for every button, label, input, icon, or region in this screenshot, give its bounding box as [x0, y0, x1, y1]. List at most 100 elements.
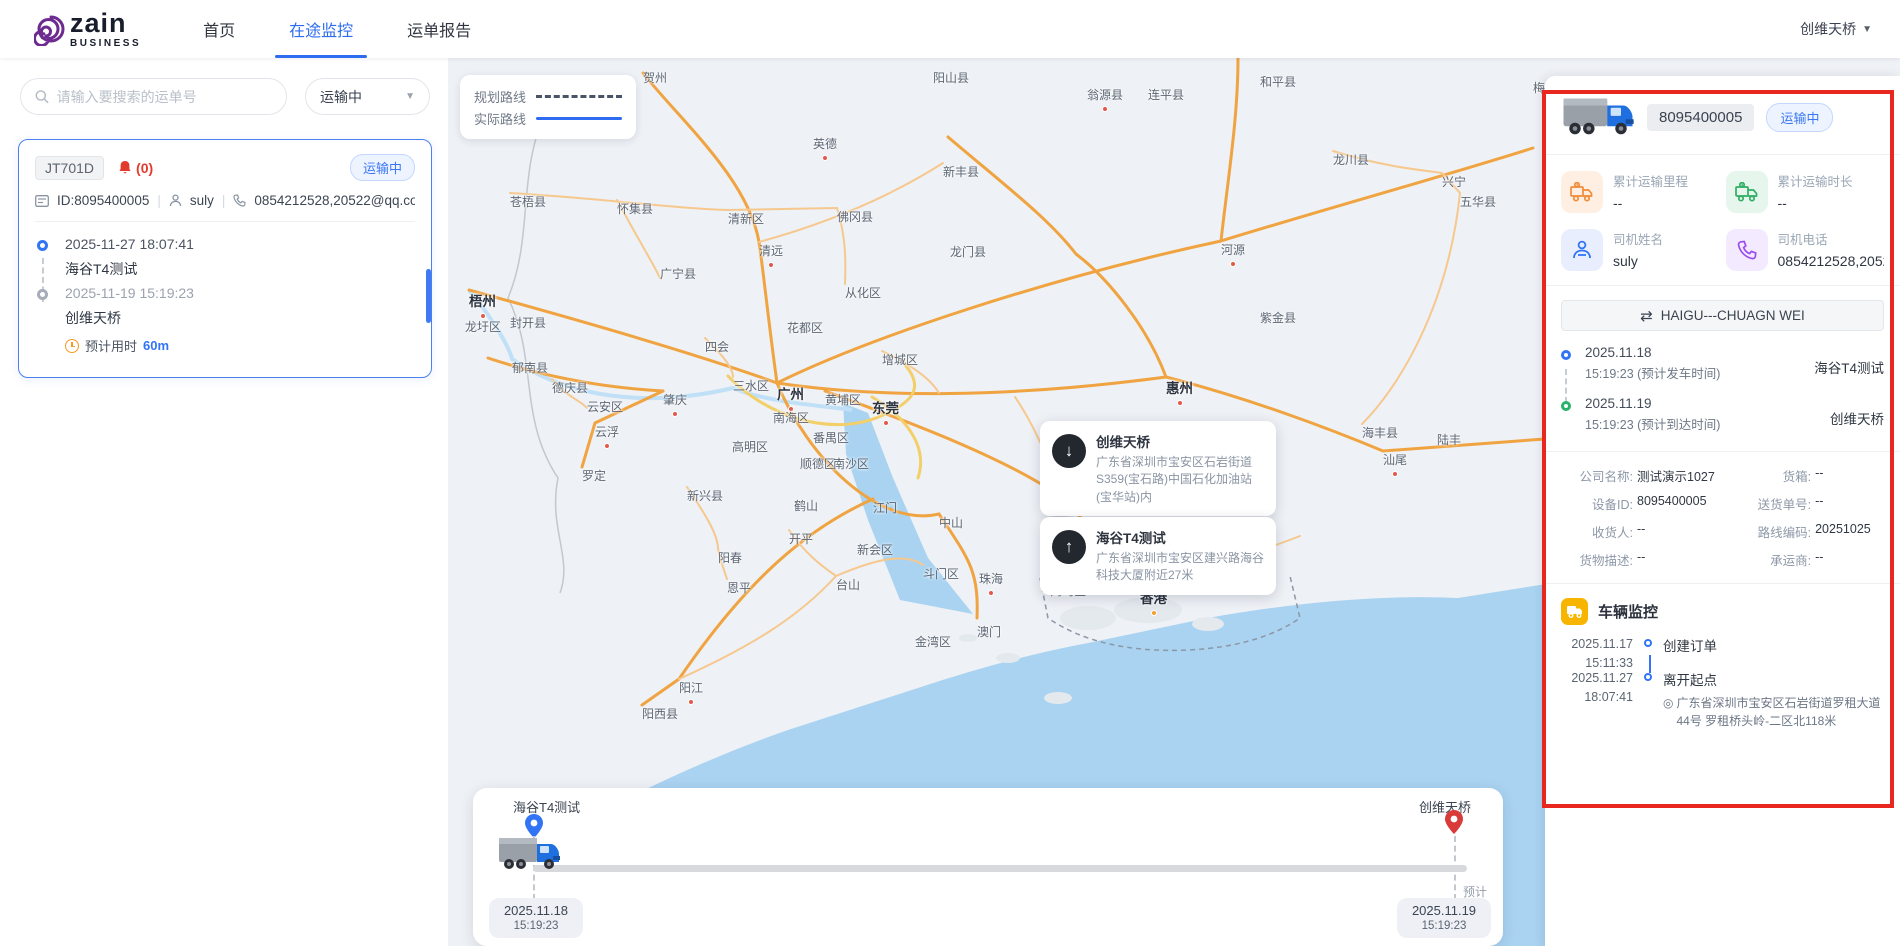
- user-menu[interactable]: 创维天桥 ▼: [1800, 19, 1872, 39]
- info-value: 20251025: [1815, 522, 1871, 541]
- route-bar[interactable]: ⇄ HAIGU---CHUAGN WEI: [1561, 300, 1884, 331]
- actual-route-line: [536, 117, 622, 120]
- timeline-dot-icon: [37, 240, 48, 251]
- map-label: 封开县: [510, 314, 546, 331]
- status-badge: 运输中: [350, 154, 415, 181]
- schedule-place: 创维天桥: [1830, 408, 1884, 428]
- stat-value: suly: [1613, 253, 1663, 269]
- planned-route-label: 规划路线: [474, 87, 526, 106]
- origin-popup[interactable]: ↑ 海谷T4测试 广东省深圳市宝安区建兴路海谷科技大厦附近27米: [1040, 517, 1276, 595]
- top-header: zain BUSINESS 首页在途监控运单报告 创维天桥 ▼: [0, 0, 1900, 58]
- map-label: 英德: [813, 135, 837, 152]
- timeline-place: 创维天桥: [65, 308, 415, 328]
- status-filter-select[interactable]: 运输中 ▼: [305, 78, 430, 115]
- stat-value: 0854212528,20522: [1778, 253, 1885, 269]
- divider: |: [157, 193, 161, 208]
- vehicle-id: 8095400005: [1647, 104, 1754, 131]
- stat-item: 累计运输时长--: [1726, 171, 1885, 213]
- map-label: 番禺区: [813, 429, 849, 446]
- map-label: 兴宁: [1442, 173, 1466, 190]
- actual-route-label: 实际路线: [474, 109, 526, 128]
- map-label: 新兴县: [687, 487, 723, 504]
- info-label: 货箱:: [1745, 466, 1811, 485]
- driver-icon: [169, 194, 182, 207]
- app-logo: zain BUSINESS: [34, 10, 141, 49]
- stat-text: 司机姓名 suly: [1613, 229, 1663, 271]
- logo-text: zain: [70, 10, 141, 37]
- map-label: 贺州: [643, 69, 667, 86]
- divider: |: [222, 193, 226, 208]
- map-label: 佛冈县: [837, 208, 873, 225]
- bell-icon: [118, 160, 132, 175]
- event-title: 创建订单: [1663, 635, 1884, 655]
- map-label: 龙门县: [950, 243, 986, 260]
- map-label: 罗定: [582, 467, 606, 484]
- info-field: 设备ID:8095400005: [1561, 494, 1745, 513]
- stat-label: 司机姓名: [1613, 229, 1663, 248]
- destination-popup[interactable]: ↓ 创维天桥 广东省深圳市宝安区石岩街道S359(宝石路)中国石化加油站(宝华站…: [1040, 421, 1276, 516]
- status-filter-value: 运输中: [320, 87, 362, 107]
- waybill-search[interactable]: [20, 78, 287, 115]
- stats-grid: 累计运输里程--累计运输时长--司机姓名suly司机电话0854212528,2…: [1545, 155, 1900, 285]
- planned-route-line: [536, 95, 622, 98]
- plate-tag: JT701D: [35, 156, 104, 180]
- info-label: 公司名称:: [1561, 466, 1633, 485]
- popup-title: 创维天桥: [1096, 431, 1264, 451]
- shipment-info-grid: 公司名称:测试演示1027货箱:--设备ID:8095400005送货单号:--…: [1545, 452, 1900, 583]
- map-label: 珠海: [979, 570, 1003, 587]
- schedule-place: 海谷T4测试: [1814, 357, 1884, 377]
- timeline-time: 2025-11-27 18:07:41: [65, 236, 415, 252]
- nav-item-0[interactable]: 首页: [189, 0, 249, 58]
- map-label: 阳江: [679, 679, 703, 696]
- card-timeline: 2025-11-27 18:07:41海谷T4测试2025-11-19 15:1…: [35, 236, 415, 355]
- city-dot: [672, 411, 678, 417]
- divider: [35, 221, 415, 222]
- search-icon: [35, 89, 49, 104]
- waybill-sidebar: 运输中 ▼ JT701D (0) 运输中 ID:8095400005 | sul…: [0, 58, 448, 946]
- map-label: 南沙区: [833, 455, 869, 472]
- map-label: 斗门区: [923, 565, 959, 582]
- map-label: 金湾区: [915, 633, 951, 650]
- map-label: 云安区: [587, 398, 623, 415]
- truck-orange-icon: [1561, 171, 1603, 213]
- eta-value: 60m: [143, 338, 169, 353]
- destination-pin-icon: [1445, 810, 1463, 834]
- sidebar-scrollbar[interactable]: [426, 269, 431, 323]
- popup-address: 广东省深圳市宝安区石岩街道S359(宝石路)中国石化加油站(宝华站)内: [1096, 454, 1264, 506]
- map-label: 四会: [705, 338, 729, 355]
- map-label: 龙圩区: [465, 318, 501, 335]
- monitor-title: 车辆监控: [1598, 601, 1658, 622]
- truck-image: [1561, 94, 1635, 140]
- info-value: 8095400005: [1637, 494, 1707, 513]
- schedule-timeline: 2025.11.1815:19:23 (预计发车时间)海谷T4测试2025.11…: [1545, 331, 1900, 451]
- origin-date: 2025.11.18: [489, 903, 583, 918]
- stat-item: 司机电话0854212528,20522: [1726, 229, 1885, 271]
- event-time: 2025.11.1715:11:33: [1561, 635, 1633, 673]
- logo-subtext: BUSINESS: [70, 39, 141, 49]
- search-input[interactable]: [57, 89, 272, 105]
- timeline-dot-icon: [37, 289, 48, 300]
- map-label: 五华县: [1460, 193, 1496, 210]
- origin-time-pill: 2025.11.18 15:19:23: [489, 898, 583, 938]
- info-value: --: [1637, 522, 1645, 541]
- eta-row: 预计用时60m: [65, 336, 415, 355]
- map-label: 汕尾: [1383, 451, 1407, 468]
- info-field: 收货人:--: [1561, 522, 1745, 541]
- map-label: 新会区: [857, 541, 893, 558]
- nav-item-1[interactable]: 在途监控: [275, 0, 367, 58]
- vehicle-monitor-icon: [1561, 598, 1588, 625]
- waybill-card[interactable]: JT701D (0) 运输中 ID:8095400005 | suly | 08…: [18, 139, 432, 378]
- destination-time: 15:19:23: [1397, 920, 1491, 932]
- status-badge: 运输中: [1766, 103, 1833, 132]
- route-name: HAIGU---CHUAGN WEI: [1661, 308, 1805, 323]
- info-label: 承运商:: [1745, 550, 1811, 569]
- popup-address: 广东省深圳市宝安区建兴路海谷科技大厦附近27米: [1096, 550, 1264, 585]
- timeline-entry: 2025-11-27 18:07:41海谷T4测试: [35, 236, 415, 279]
- info-field: 货箱:--: [1745, 466, 1884, 485]
- info-field: 货物描述:--: [1561, 550, 1745, 569]
- main-nav: 首页在途监控运单报告: [189, 0, 511, 58]
- nav-item-2[interactable]: 运单报告: [393, 0, 485, 58]
- schedule-entry: 2025.11.1815:19:23 (预计发车时间)海谷T4测试: [1561, 345, 1884, 382]
- trip-progress-card: 海谷T4测试 创维天桥 预计 2025.11.18 15:19:23 2025.…: [473, 788, 1503, 946]
- map-label: 阳西县: [642, 705, 678, 722]
